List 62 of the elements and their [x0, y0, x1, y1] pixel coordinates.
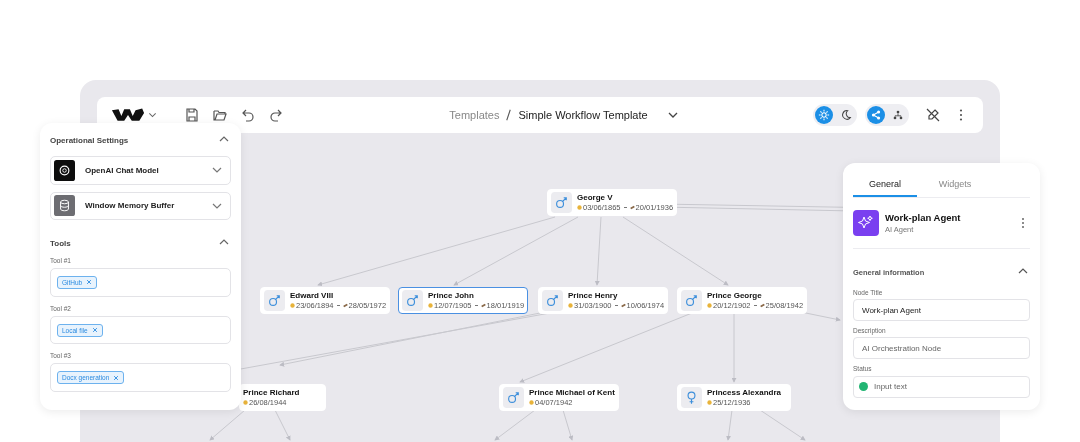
breadcrumb-item[interactable]: Simple Workflow Template — [518, 109, 648, 121]
person-name: Prince Michael of Kent — [529, 388, 615, 397]
connector-line — [726, 409, 733, 441]
breadcrumb-item[interactable]: Templates — [449, 109, 500, 121]
coffin-icon — [629, 205, 635, 210]
coffin-icon — [759, 303, 765, 308]
baby-icon — [529, 400, 534, 405]
male-icon — [503, 387, 524, 408]
connector-line — [209, 409, 246, 441]
close-icon[interactable] — [91, 327, 98, 334]
save-icon[interactable] — [184, 107, 200, 123]
agent-name: Work-plan Agent — [885, 212, 962, 223]
section-title: Tools — [50, 238, 71, 248]
pencil-off-icon[interactable] — [925, 107, 941, 123]
model-select[interactable]: OpenAI Chat Model — [50, 156, 231, 185]
coffin-icon — [620, 303, 626, 308]
male-icon — [264, 290, 285, 311]
connector-line — [731, 312, 737, 383]
person-name: Edward VIII — [290, 291, 335, 300]
female-icon — [681, 387, 702, 408]
tab[interactable]: Widgets — [923, 173, 987, 197]
baby-icon — [428, 303, 433, 308]
connector-line — [274, 409, 291, 441]
logo-icon — [111, 107, 145, 123]
close-icon[interactable] — [86, 279, 93, 286]
baby-icon — [243, 400, 248, 405]
database-icon — [54, 195, 75, 217]
connector-line — [562, 409, 574, 441]
slash-icon — [505, 108, 513, 122]
person-name: Prince Henry — [568, 291, 619, 300]
male-icon — [551, 192, 572, 213]
person-name: Prince John — [428, 291, 475, 300]
coffin-icon — [342, 303, 348, 308]
close-icon[interactable] — [113, 374, 120, 381]
baby-icon — [290, 303, 295, 308]
male-icon — [402, 290, 423, 311]
text-field[interactable]: AI Orchestration Node — [853, 337, 1030, 359]
baby-icon — [577, 205, 582, 210]
folder-icon[interactable] — [212, 107, 228, 123]
baby-icon — [568, 303, 573, 308]
connector-line — [494, 409, 536, 441]
redo-icon[interactable] — [268, 107, 284, 123]
tab[interactable]: General — [853, 173, 917, 197]
text-field[interactable]: Work-plan Agent — [853, 299, 1030, 321]
flower-icon — [54, 159, 75, 181]
undo-icon[interactable] — [240, 107, 256, 123]
person-name: Prince George — [707, 291, 763, 300]
coffin-icon — [480, 303, 486, 308]
sparkle-icon — [853, 210, 879, 236]
male-icon — [681, 290, 702, 311]
male-icon — [542, 290, 563, 311]
sun-icon[interactable] — [815, 106, 833, 124]
baby-icon — [707, 400, 712, 405]
status-field[interactable]: Input text — [853, 375, 1030, 398]
model-select[interactable]: Window Memory Buffer — [50, 191, 231, 221]
person-name: Prince Richard — [243, 388, 300, 397]
baby-icon — [707, 303, 712, 308]
person-name: Princess Alexandra — [707, 388, 781, 397]
panel-title: Operational Settings — [50, 135, 129, 145]
connector-line — [759, 409, 806, 441]
person-name: George V — [577, 193, 614, 202]
connector-line — [594, 216, 602, 286]
